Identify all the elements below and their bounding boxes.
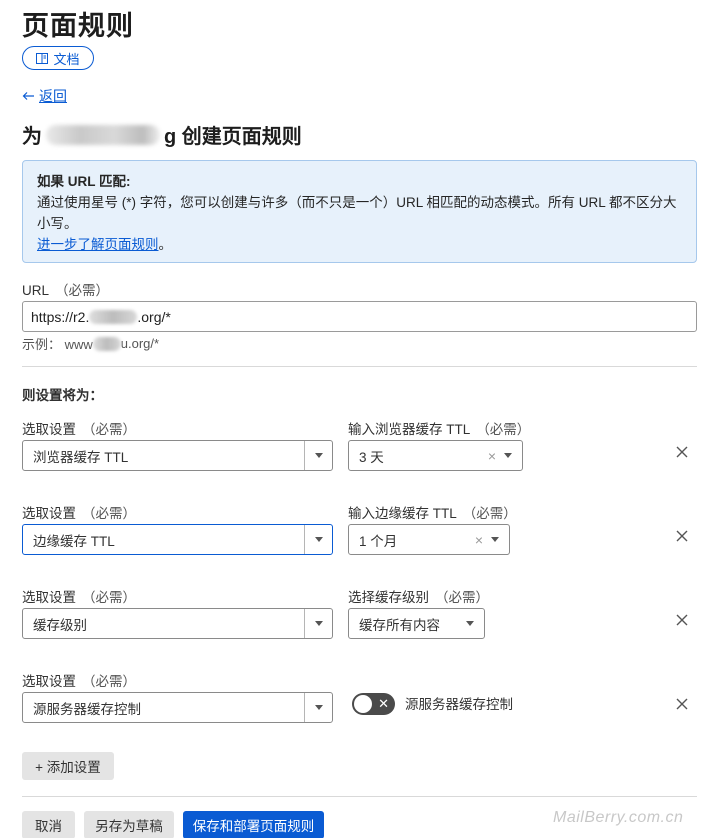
toggle-label: 源服务器缓存控制	[405, 697, 513, 712]
close-icon[interactable]	[674, 528, 690, 544]
docs-label: 文档	[53, 51, 80, 67]
pick-setting-label-1: 选取设置 （必需）	[22, 418, 136, 438]
example-suffix: u.org/*	[120, 336, 160, 351]
pick-setting-label-3: 选取设置 （必需）	[22, 586, 136, 606]
browser-ttl-select[interactable]: 3 天 ×	[348, 440, 523, 471]
pick-setting-label-2: 选取设置 （必需）	[22, 502, 136, 522]
chevron-down-icon	[305, 705, 332, 710]
cache-level-value: 缓存所有内容	[359, 617, 440, 633]
url-label-text: URL	[22, 283, 50, 298]
learn-more-link[interactable]: 进一步了解页面规则	[37, 237, 159, 252]
value-required: （必需）	[435, 590, 489, 605]
url-required: （必需）	[55, 283, 110, 298]
pick-label-text: 选取设置	[22, 422, 76, 437]
setting-select-4[interactable]: 源服务器缓存控制	[22, 692, 333, 723]
value-label-text: 选择缓存级别	[348, 590, 429, 605]
save-draft-button[interactable]: 另存为草稿	[84, 811, 174, 838]
edge-ttl-value: 1 个月	[359, 533, 398, 549]
pick-required: （必需）	[82, 506, 136, 521]
value-required: （必需）	[476, 422, 531, 437]
setting-select-3[interactable]: 缓存级别	[22, 608, 333, 639]
pick-required: （必需）	[82, 590, 136, 605]
back-label: 返回	[39, 88, 67, 104]
chevron-down-icon	[305, 537, 332, 542]
pick-required: （必需）	[82, 674, 136, 689]
setting-select-value: 边缘缓存 TTL	[33, 533, 115, 549]
value-label-3: 选择缓存级别 （必需）	[348, 586, 489, 606]
cancel-button[interactable]: 取消	[22, 811, 75, 838]
clear-icon[interactable]: ×	[475, 532, 483, 548]
cache-level-select[interactable]: 缓存所有内容	[348, 608, 485, 639]
pick-label-text: 选取设置	[22, 590, 76, 605]
setting-select-value: 源服务器缓存控制	[33, 701, 141, 717]
back-link[interactable]: 返回	[22, 86, 67, 106]
pick-setting-label-4: 选取设置 （必需）	[22, 670, 136, 690]
url-redacted	[89, 309, 138, 324]
divider-top	[22, 366, 697, 367]
redacted-domain	[46, 124, 160, 145]
toggle-knob	[354, 695, 372, 713]
pick-required: （必需）	[82, 422, 136, 437]
chevron-down-icon	[305, 621, 332, 626]
docs-button[interactable]: 文档	[22, 46, 94, 70]
close-icon[interactable]	[674, 444, 690, 460]
settings-section-label: 则设置将为：	[22, 388, 103, 403]
info-box: 如果 URL 匹配: 通过使用星号 (*) 字符，您可以创建与许多（而不只是一个…	[22, 160, 697, 263]
page-heading: 为 g 创建页面规则	[22, 120, 302, 149]
value-required: （必需）	[462, 506, 517, 521]
watermark: MailBerry.com.cn	[553, 809, 684, 826]
page-title: 页面规则	[22, 11, 134, 41]
info-link-tail: 。	[158, 237, 173, 252]
value-label-1: 输入浏览器缓存 TTL （必需）	[348, 418, 530, 438]
add-setting-button[interactable]: + 添加设置	[22, 752, 114, 780]
close-icon[interactable]	[674, 612, 690, 628]
close-icon[interactable]	[674, 696, 690, 712]
book-icon	[36, 52, 49, 64]
url-label: URL （必需）	[22, 279, 109, 299]
browser-ttl-value: 3 天	[359, 449, 384, 465]
setting-select-value: 浏览器缓存 TTL	[33, 449, 129, 465]
chevron-down-icon	[305, 453, 332, 458]
info-title: 如果 URL 匹配:	[37, 174, 131, 189]
heading-prefix: 为	[22, 126, 42, 148]
setting-select-1[interactable]: 浏览器缓存 TTL	[22, 440, 333, 471]
arrow-left-icon	[22, 92, 34, 100]
url-value-suffix: .org/*	[137, 308, 171, 325]
setting-select-2[interactable]: 边缘缓存 TTL	[22, 524, 333, 555]
value-label-text: 输入浏览器缓存 TTL	[348, 422, 471, 437]
info-link-line: 进一步了解页面规则。	[37, 234, 682, 255]
value-label-2: 输入边缘缓存 TTL （必需）	[348, 502, 517, 522]
info-body: 通过使用星号 (*) 字符，您可以创建与许多（而不只是一个）URL 相匹配的动态…	[37, 195, 677, 231]
chevron-down-icon	[466, 621, 474, 626]
close-icon: ✕	[378, 696, 389, 711]
save-deploy-button[interactable]: 保存和部署页面规则	[183, 811, 324, 838]
example-redacted	[92, 336, 121, 351]
url-input[interactable]: https://r2. .org/*	[22, 301, 697, 332]
pick-label-text: 选取设置	[22, 506, 76, 521]
divider-bottom	[22, 796, 697, 797]
origin-cache-control-toggle[interactable]: ✕	[352, 693, 395, 715]
pick-label-text: 选取设置	[22, 674, 76, 689]
heading-suffix: g 创建页面规则	[164, 126, 302, 148]
clear-icon[interactable]: ×	[488, 448, 496, 464]
chevron-down-icon	[491, 537, 499, 542]
value-label-text: 输入边缘缓存 TTL	[348, 506, 457, 521]
url-value-prefix: https://r2.	[31, 308, 90, 325]
example-prefix: 示例： www	[22, 337, 93, 352]
chevron-down-icon	[504, 453, 512, 458]
url-example: 示例： www u.org/*	[22, 334, 159, 353]
edge-ttl-select[interactable]: 1 个月 ×	[348, 524, 510, 555]
setting-select-value: 缓存级别	[33, 617, 87, 633]
